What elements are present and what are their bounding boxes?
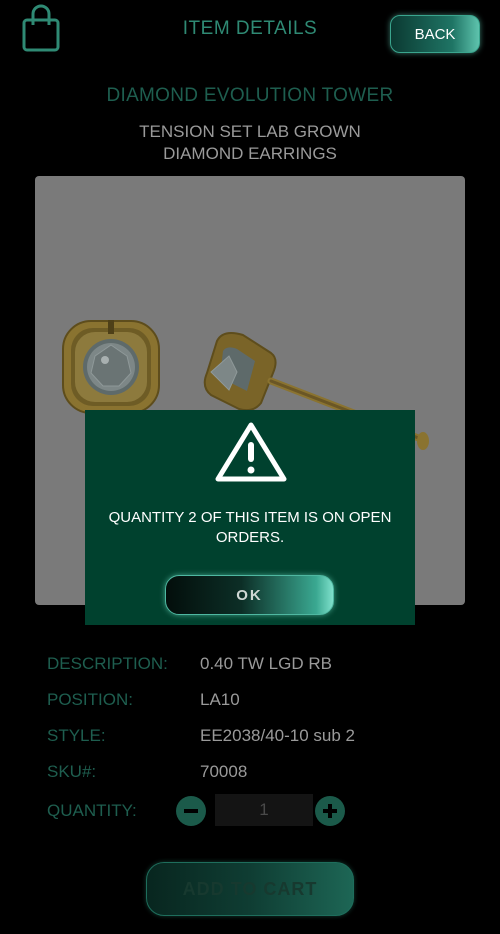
description-value: 0.40 TW LGD RB bbox=[200, 654, 332, 673]
item-details-screen: ITEM DETAILS BACK DIAMOND EVOLUTION TOWE… bbox=[0, 0, 500, 934]
product-name-line2: DIAMOND EARRINGS bbox=[163, 144, 337, 163]
ok-button[interactable]: OK bbox=[165, 575, 334, 615]
add-to-cart-button[interactable]: ADD TO CART bbox=[146, 862, 354, 916]
warning-icon bbox=[215, 422, 287, 482]
position-label: POSITION: bbox=[47, 690, 133, 709]
alert-message: QUANTITY 2 OF THIS ITEM IS ON OPEN ORDER… bbox=[108, 509, 392, 546]
back-button[interactable]: BACK bbox=[390, 15, 480, 53]
position-value: LA10 bbox=[200, 690, 240, 709]
collection-name: DIAMOND EVOLUTION TOWER bbox=[106, 85, 394, 106]
sku-value: 70008 bbox=[200, 762, 248, 781]
product-name: TENSION SET LAB GROWN DIAMOND EARRINGS bbox=[60, 121, 440, 165]
quantity-decrement-button[interactable] bbox=[176, 796, 206, 826]
product-name-line1: TENSION SET LAB GROWN bbox=[139, 122, 361, 141]
style-label: STYLE: bbox=[47, 726, 106, 745]
quantity-increment-button[interactable] bbox=[315, 796, 345, 826]
quantity-field[interactable]: 1 bbox=[215, 794, 313, 826]
sku-label: SKU#: bbox=[47, 762, 97, 781]
style-value: EE2038/40-10 sub 2 bbox=[200, 726, 356, 745]
alert-dialog: QUANTITY 2 OF THIS ITEM IS ON OPEN ORDER… bbox=[85, 410, 415, 625]
description-label: DESCRIPTION: bbox=[47, 654, 168, 673]
quantity-label: QUANTITY: bbox=[47, 801, 137, 820]
